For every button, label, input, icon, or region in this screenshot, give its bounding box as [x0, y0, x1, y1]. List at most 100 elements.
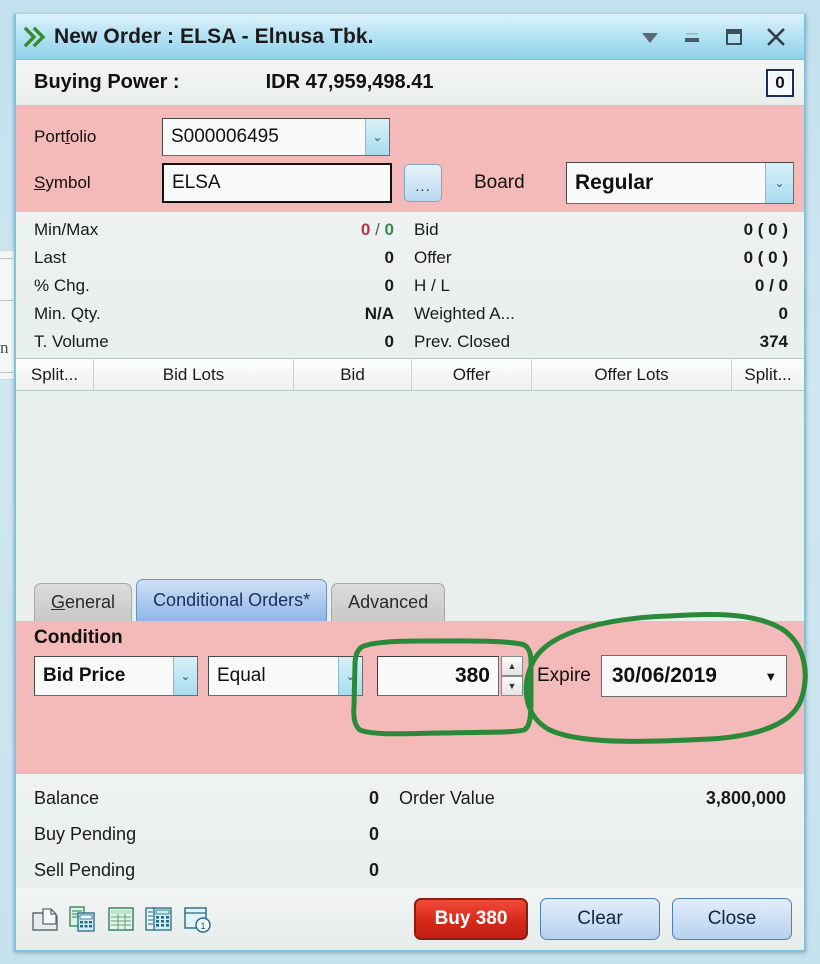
board-value: Regular — [575, 171, 654, 194]
condition-value-input[interactable]: 380 — [377, 656, 499, 696]
tab-conditional-orders[interactable]: Conditional Orders* — [136, 579, 328, 621]
svg-text:1: 1 — [200, 921, 205, 931]
market-depth-table: Split... Bid Lots Bid Offer Offer Lots S… — [16, 358, 804, 579]
balance-label: Buy Pending — [34, 823, 137, 844]
minimize-icon[interactable] — [680, 25, 704, 49]
quote-value: 0 ( 0 ) — [743, 248, 788, 267]
portfolio-row: Portfolio S000006495 ⌄ — [34, 114, 794, 160]
quote-row: Last 0 Offer 0 ( 0 ) — [34, 244, 794, 272]
calculator-panel-icon[interactable] — [144, 904, 174, 934]
chevron-down-icon[interactable]: ⌄ — [173, 657, 197, 695]
quote-value: 0 — [778, 304, 788, 323]
background-window-line — [0, 258, 13, 259]
tab-advanced[interactable]: Advanced — [331, 583, 446, 621]
background-window-text: n — [0, 338, 9, 357]
quote-row: Min/Max 0 / 0 Bid 0 ( 0 ) — [34, 216, 794, 244]
order-form-section: Portfolio S000006495 ⌄ Symbol ... Board … — [16, 106, 804, 212]
order-value-amount: 3,800,000 — [705, 787, 786, 808]
spreadsheet-icon[interactable] — [106, 904, 136, 934]
portfolio-label: Portfolio — [34, 127, 97, 146]
balance-value: 0 — [368, 859, 379, 880]
quote-value: 374 — [759, 332, 788, 351]
expire-date-value: 30/06/2019 — [611, 664, 717, 687]
column-header-bid[interactable]: Bid — [294, 359, 412, 390]
stepper-up-icon[interactable]: ▲ — [501, 656, 523, 676]
column-header-split-offer[interactable]: Split... — [732, 359, 804, 390]
symbol-input[interactable] — [162, 163, 392, 203]
quote-label: T. Volume — [34, 332, 109, 351]
quote-value: 0 / 0 — [754, 276, 788, 295]
column-header-offer-lots[interactable]: Offer Lots — [532, 359, 732, 390]
quote-label: Weighted A... — [414, 304, 515, 323]
toolbar-icon-group: 1 — [30, 904, 212, 934]
clear-button[interactable]: Clear — [540, 898, 660, 940]
symbol-label: Symbol — [34, 173, 91, 192]
expire-label: Expire — [537, 665, 591, 686]
calendar-day-icon[interactable]: 1 — [182, 904, 212, 934]
chevron-down-icon[interactable]: ⌄ — [365, 119, 389, 155]
action-buttons: Buy 380 Clear Close — [414, 898, 792, 940]
column-header-bid-lots[interactable]: Bid Lots — [94, 359, 294, 390]
balance-row: Buy Pending 0 — [34, 816, 794, 852]
board-label: Board — [474, 172, 525, 193]
quote-value: 0 — [384, 332, 394, 351]
symbol-browse-button[interactable]: ... — [404, 164, 442, 202]
market-depth-body[interactable] — [16, 391, 804, 579]
balance-value: 0 — [368, 787, 379, 808]
quote-row: Min. Qty. N/A Weighted A... 0 — [34, 300, 794, 328]
condition-value-group: 380 ▲ ▼ — [377, 656, 523, 696]
quote-row: T. Volume 0 Prev. Closed 374 — [34, 328, 794, 356]
status-badge[interactable]: 0 — [766, 68, 794, 97]
condition-operator-select[interactable]: Equal ⌄ — [208, 656, 363, 696]
double-chevron-icon — [23, 26, 50, 48]
window-controls — [638, 25, 794, 49]
tab-bar: General Conditional Orders* Advanced — [16, 579, 804, 621]
buying-power-label: Buying Power : — [34, 71, 180, 93]
column-header-offer[interactable]: Offer — [412, 359, 532, 390]
tab-general[interactable]: General — [34, 583, 133, 621]
chevron-down-icon[interactable]: ⌄ — [338, 657, 362, 695]
buying-power-value: IDR 47,959,498.41 — [265, 71, 434, 93]
quote-label: Last — [34, 248, 67, 267]
close-button[interactable]: Close — [672, 898, 792, 940]
condition-field-select[interactable]: Bid Price ⌄ — [34, 656, 198, 696]
background-window-line — [0, 372, 13, 373]
conditional-orders-panel: Condition Bid Price ⌄ Equal ⌄ 380 ▲ ▼ Ex… — [16, 621, 804, 773]
condition-operator-value: Equal — [217, 665, 266, 686]
quote-label: % Chg. — [34, 276, 90, 295]
market-depth-header: Split... Bid Lots Bid Offer Offer Lots S… — [16, 359, 804, 391]
balance-row: Sell Pending 0 — [34, 852, 794, 888]
title-bar: New Order : ELSA - Elnusa Tbk. — [16, 14, 804, 60]
balance-label: Balance — [34, 787, 100, 808]
quote-label: Min. Qty. — [34, 304, 101, 323]
open-document-icon[interactable] — [30, 904, 60, 934]
buy-button[interactable]: Buy 380 — [414, 898, 528, 940]
quote-value: N/A — [364, 304, 394, 323]
quote-label: Min/Max — [34, 220, 99, 239]
new-order-window: New Order : ELSA - Elnusa Tbk. Buying Po… — [14, 14, 806, 952]
chevron-down-icon[interactable] — [638, 25, 662, 49]
chevron-down-icon[interactable]: ▼ — [756, 669, 786, 684]
portfolio-value: S000006495 — [171, 126, 279, 147]
quote-value: 0 / 0 — [360, 220, 394, 239]
balance-label: Sell Pending — [34, 859, 136, 880]
condition-row: Bid Price ⌄ Equal ⌄ 380 ▲ ▼ Expire 30/06… — [34, 655, 794, 697]
window-title: New Order : ELSA - Elnusa Tbk. — [54, 24, 374, 48]
column-header-split-bid[interactable]: Split... — [16, 359, 94, 390]
balance-value: 0 — [368, 823, 379, 844]
order-calculator-icon[interactable] — [68, 904, 98, 934]
quantity-stepper[interactable]: ▲ ▼ — [501, 656, 523, 696]
quote-label: Offer — [414, 248, 452, 267]
stepper-down-icon[interactable]: ▼ — [501, 676, 523, 696]
condition-field-value: Bid Price — [43, 665, 126, 686]
chevron-down-icon[interactable]: ⌄ — [765, 163, 793, 203]
maximize-icon[interactable] — [722, 25, 746, 49]
symbol-row: Symbol ... Board Regular ⌄ — [34, 160, 794, 206]
quote-value: 0 — [384, 276, 394, 295]
bottom-toolbar: 1 Buy 380 Clear Close — [16, 888, 804, 950]
quote-value: 0 ( 0 ) — [743, 220, 788, 239]
board-select[interactable]: Regular ⌄ — [566, 162, 794, 204]
close-icon[interactable] — [764, 25, 788, 49]
portfolio-select[interactable]: S000006495 ⌄ — [162, 118, 390, 156]
expire-date-picker[interactable]: 30/06/2019 ▼ — [600, 655, 787, 697]
